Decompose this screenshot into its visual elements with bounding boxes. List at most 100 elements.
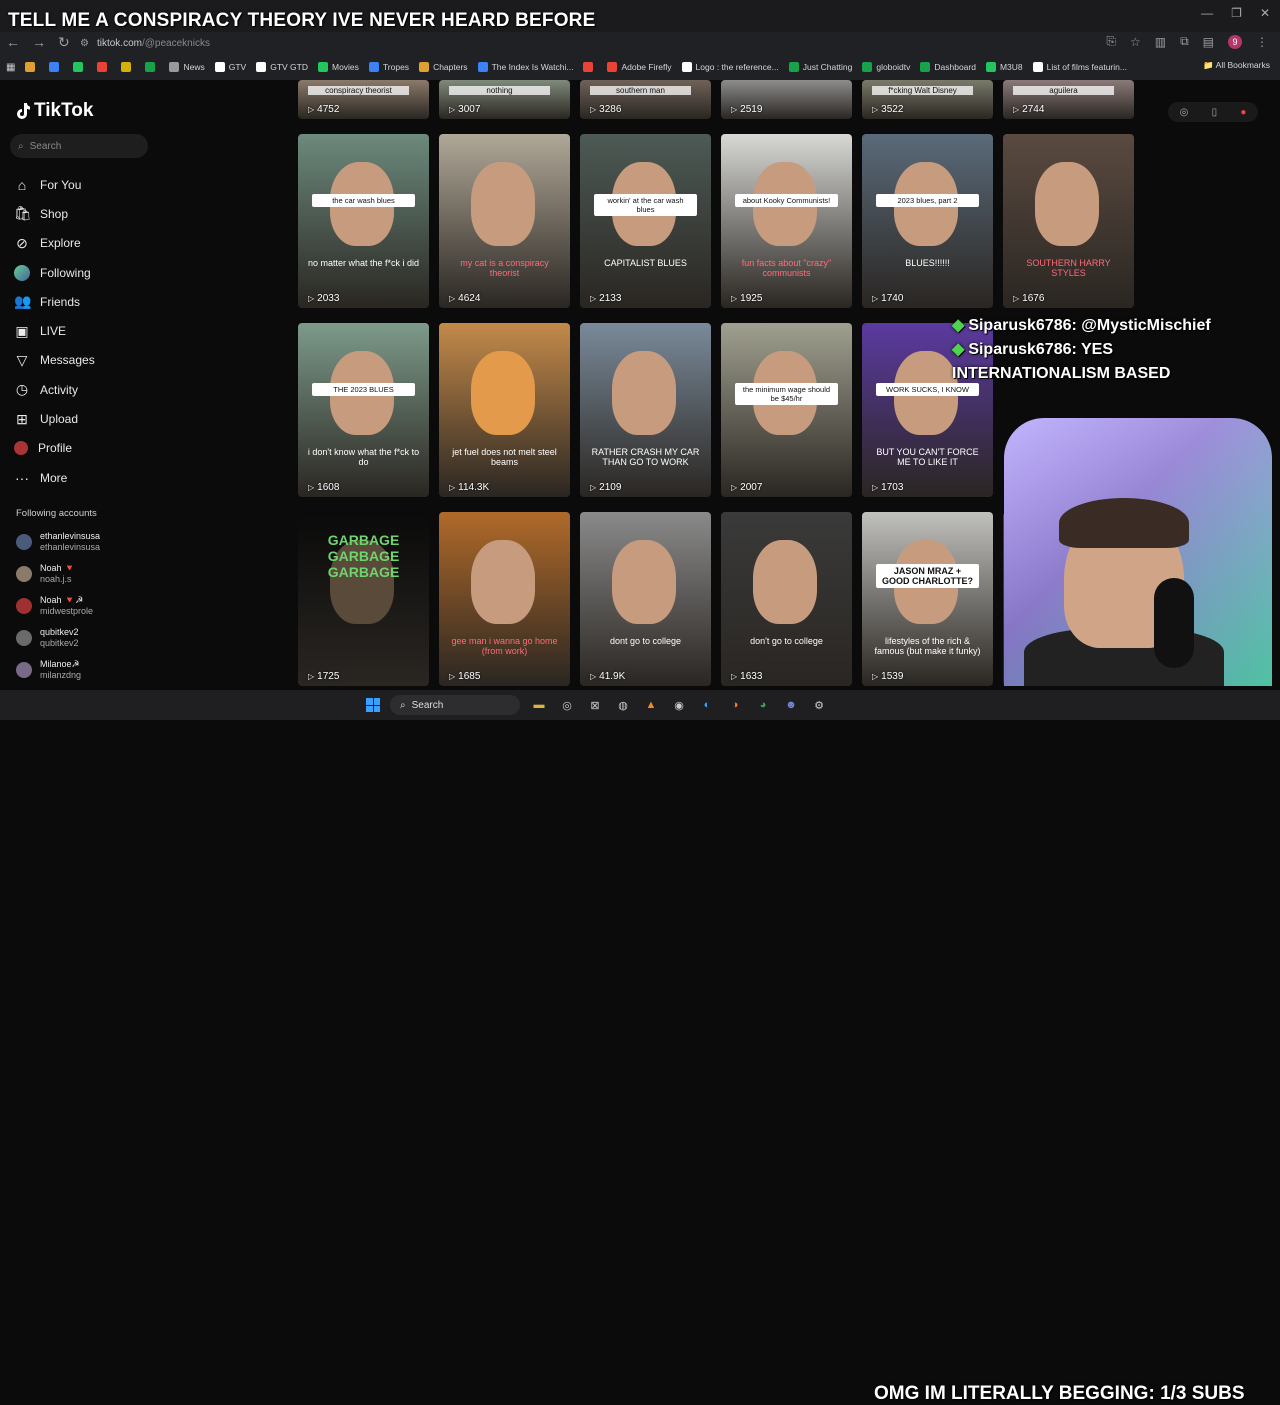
- app-icon-1[interactable]: ◎: [558, 696, 576, 714]
- app-icon-4[interactable]: ◉: [670, 696, 688, 714]
- bookmark-item[interactable]: List of films featurin...: [1032, 62, 1127, 72]
- video-tile[interactable]: my cat is a conspiracy theorist ▷ 4624: [439, 134, 570, 308]
- start-icon[interactable]: [366, 698, 380, 712]
- back-icon[interactable]: ←: [6, 34, 20, 51]
- menu-icon[interactable]: ⋮: [1256, 35, 1268, 49]
- bookmark-label: Chapters: [433, 62, 468, 72]
- profile-icon[interactable]: 9: [1228, 34, 1242, 49]
- sidebar-item-live[interactable]: ▣ LIVE: [14, 316, 95, 345]
- taskbar-search[interactable]: ⌕ Search: [390, 695, 520, 715]
- forward-icon[interactable]: →: [32, 34, 46, 51]
- address-bar[interactable]: ⚙ tiktok.com/@peaceknicks: [80, 34, 1080, 52]
- sidebar-item-more[interactable]: ··· More: [14, 463, 95, 492]
- video-tile[interactable]: don't go to college ▷ 1633: [721, 512, 852, 686]
- app-icon-3[interactable]: ◍: [614, 696, 632, 714]
- bookmark-item[interactable]: Just Chatting: [788, 62, 852, 72]
- app-icon-2[interactable]: ⊠: [586, 696, 604, 714]
- sidepanel-icon[interactable]: ▤: [1203, 35, 1214, 49]
- bookmark-icon: [681, 62, 692, 72]
- chrome-icon[interactable]: ◕: [754, 696, 772, 714]
- restore-icon[interactable]: ❐: [1231, 6, 1242, 20]
- following-account[interactable]: Milanoe☭ milanzdng: [16, 654, 100, 686]
- bookmark-item[interactable]: The Index Is Watchi...: [477, 62, 573, 72]
- firefox-icon[interactable]: ◑: [726, 696, 744, 714]
- apps-icon[interactable]: ▦: [6, 62, 15, 73]
- video-tile[interactable]: ▷ 2519: [721, 80, 852, 119]
- bookmark-item[interactable]: Adobe Firefly: [607, 62, 672, 72]
- video-tile[interactable]: the car wash blues no matter what the f*c…: [298, 134, 429, 308]
- edge-icon[interactable]: ◐: [698, 696, 716, 714]
- reload-icon[interactable]: ↻: [58, 34, 70, 51]
- video-tile[interactable]: jet fuel does not melt steel beams ▷ 114.3…: [439, 323, 570, 497]
- sidebar-item-friends[interactable]: 👥 Friends: [14, 287, 95, 316]
- bookmark-item[interactable]: GTV: [214, 62, 246, 72]
- vlc-icon[interactable]: ▲: [642, 696, 660, 714]
- bookmark-icon: [419, 62, 430, 72]
- bookmark-item[interactable]: [73, 62, 87, 72]
- search-input[interactable]: ⌕ Search: [10, 134, 148, 158]
- video-tile[interactable]: RATHER CRASH MY CAR THAN GO TO WORK ▷ 2109: [580, 323, 711, 497]
- video-tile[interactable]: nothing ▷ 3007: [439, 80, 570, 119]
- bookmark-item[interactable]: [583, 62, 597, 72]
- bookmark-item[interactable]: [145, 62, 159, 72]
- star-icon[interactable]: ☆: [1130, 35, 1141, 49]
- following-account[interactable]: Noah 🔻 noah.j.s: [16, 558, 100, 590]
- video-tile[interactable]: southern man ▷ 3286: [580, 80, 711, 119]
- video-tile[interactable]: aguilera ▷ 2744: [1003, 80, 1134, 119]
- bookmark-icon: [607, 62, 618, 72]
- file-explorer-icon[interactable]: ▬: [530, 696, 548, 714]
- device-icon[interactable]: ▯: [1212, 107, 1218, 118]
- view-count: ▷ 3286: [590, 104, 621, 115]
- video-tile[interactable]: dont go to college ▷ 41.9K: [580, 512, 711, 686]
- bookmark-item[interactable]: Movies: [317, 62, 359, 72]
- extension-icon[interactable]: ▥: [1155, 35, 1166, 49]
- sidebar-item-messages[interactable]: ▽ Messages: [14, 346, 95, 375]
- timer-icon[interactable]: ◎: [1180, 107, 1189, 118]
- sidebar-item-following[interactable]: Following: [14, 258, 95, 287]
- sidebar-item-for-you[interactable]: ⌂ For You: [14, 170, 95, 199]
- bookmark-item[interactable]: [121, 62, 135, 72]
- discord-icon[interactable]: ☻: [782, 696, 800, 714]
- following-account[interactable]: ethanlevinsusa ethanlevinsusa: [16, 526, 100, 558]
- following-account[interactable]: Noah 🔻☭ midwestprole: [16, 590, 100, 622]
- tiktok-logo[interactable]: TikTok: [16, 100, 93, 122]
- bookmark-item[interactable]: globoidtv: [862, 62, 910, 72]
- video-tile[interactable]: THE 2023 BLUES i don't know what the f*ck…: [298, 323, 429, 497]
- install-icon[interactable]: ⎘: [1106, 34, 1116, 49]
- bookmark-item[interactable]: [97, 62, 111, 72]
- video-tile[interactable]: SOUTHERN HARRY STYLES ▷ 1676: [1003, 134, 1134, 308]
- bookmark-item[interactable]: Tropes: [368, 62, 409, 72]
- minimize-icon[interactable]: —: [1201, 6, 1213, 20]
- play-icon: ▷: [590, 294, 597, 303]
- settings-icon[interactable]: ⚙: [810, 696, 828, 714]
- following-account[interactable]: qubitkev2 qubitkev2: [16, 622, 100, 654]
- messages-icon: ▽: [16, 351, 28, 368]
- sidebar-item-explore[interactable]: ⊘ Explore: [14, 229, 95, 258]
- bookmark-item[interactable]: Chapters: [419, 62, 468, 72]
- bookmark-item[interactable]: Dashboard: [920, 62, 976, 72]
- video-tile[interactable]: about Kooky Communists! fun facts about "…: [721, 134, 852, 308]
- video-tile[interactable]: workin' at the car wash blues CAPITALIST …: [580, 134, 711, 308]
- bookmark-item[interactable]: M3U8: [985, 62, 1023, 72]
- bookmark-item[interactable]: [49, 62, 63, 72]
- video-tile[interactable]: JASON MRAZ + GOOD CHARLOTTE? lifestyles o…: [862, 512, 993, 686]
- sidebar-item-profile[interactable]: Profile: [14, 434, 95, 463]
- video-tile[interactable]: f*cking Walt Disney ▷ 3522: [862, 80, 993, 119]
- all-bookmarks-button[interactable]: 📁 All Bookmarks: [1203, 60, 1270, 71]
- video-tile[interactable]: gee man i wanna go home (from work) ▷ 1685: [439, 512, 570, 686]
- video-tile[interactable]: the minimum wage should be $45/hr ▷ 2007: [721, 323, 852, 497]
- bookmark-item[interactable]: GTV GTD: [256, 62, 308, 72]
- sidebar-item-upload[interactable]: ⊞ Upload: [14, 404, 95, 433]
- extensions-icon[interactable]: ⧉: [1180, 34, 1189, 49]
- sidebar-item-shop[interactable]: 🛍 Shop: [14, 199, 95, 228]
- bookmark-item[interactable]: [25, 62, 39, 72]
- video-tile[interactable]: conspiracy theorist ▷ 4752: [298, 80, 429, 119]
- close-icon[interactable]: ✕: [1260, 6, 1270, 20]
- bookmark-item[interactable]: News: [169, 62, 205, 72]
- user-badge-icon[interactable]: ●: [1240, 107, 1246, 118]
- sidebar-item-activity[interactable]: ◷ Activity: [14, 375, 95, 404]
- site-info-icon[interactable]: ⚙: [80, 38, 89, 49]
- bookmark-item[interactable]: Logo : the reference...: [681, 62, 779, 72]
- video-tile[interactable]: GARBAGE GARBAGE GARBAGE ▷ 1725: [298, 512, 429, 686]
- video-tile[interactable]: 2023 blues, part 2 BLUES!!!!!! ▷ 1740: [862, 134, 993, 308]
